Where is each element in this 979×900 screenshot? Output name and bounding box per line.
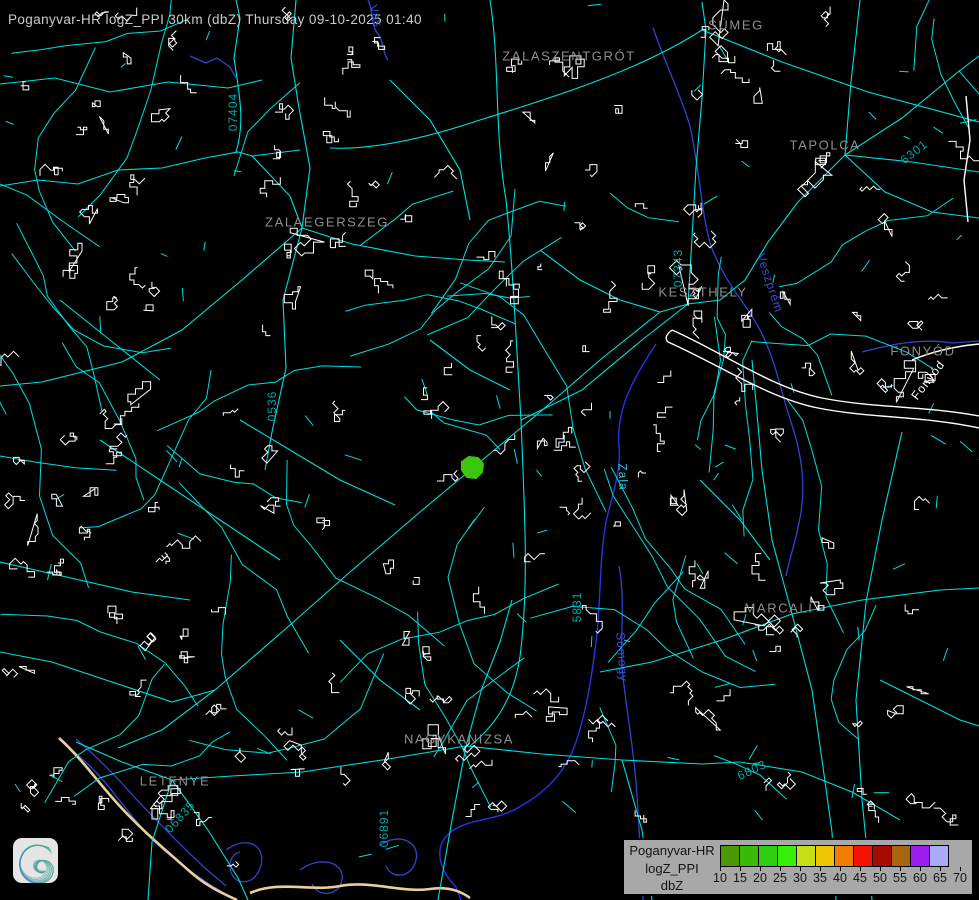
legend-cell xyxy=(739,845,759,867)
city-label: FONYÓD xyxy=(890,344,955,359)
radar-map-view: Poganyvar-HR logZ_PPI 30km (dbZ) Thursda… xyxy=(0,0,979,900)
spiral-swirl-icon xyxy=(13,838,58,883)
legend-unit: dbZ xyxy=(626,877,718,895)
legend-cell xyxy=(777,845,797,867)
legend-cell xyxy=(910,845,930,867)
rivers-boundaries-layer xyxy=(63,0,979,900)
legend-cell xyxy=(720,845,740,867)
road-number-label: 5831 xyxy=(570,592,584,623)
legend-product-name: logZ_PPI xyxy=(626,860,718,878)
city-label: ZALASZENTGRÓT xyxy=(502,49,635,64)
legend-tick-label: 65 xyxy=(933,871,947,885)
legend-cell xyxy=(815,845,835,867)
city-label: SÜMEG xyxy=(708,18,764,33)
legend-tick-label: 50 xyxy=(873,871,887,885)
legend-tick-label: 40 xyxy=(833,871,847,885)
county-label: Zala xyxy=(616,463,631,491)
legend-cell xyxy=(834,845,854,867)
city-label: ZALAEGERSZEG xyxy=(265,215,389,230)
legend-panel: Poganyvar-HR logZ_PPI dbZ 10 15 20 25 30 35 40… xyxy=(622,838,974,896)
city-label: NAGYKANIZSA xyxy=(404,732,514,747)
met-logo xyxy=(13,838,58,883)
legend-title: Poganyvar-HR logZ_PPI dbZ xyxy=(626,842,718,895)
legend-tick-label: 25 xyxy=(773,871,787,885)
road-number-label: 07404 xyxy=(226,93,240,131)
legend-tick-label: 10 xyxy=(713,871,727,885)
legend-tick-label: 60 xyxy=(913,871,927,885)
road-number-label: 06891 xyxy=(377,809,391,847)
legend-tick-label: 15 xyxy=(733,871,747,885)
city-label: MARCALI xyxy=(745,601,814,616)
legend-tick-label: 35 xyxy=(813,871,827,885)
legend-tick-label: 45 xyxy=(853,871,867,885)
legend-cell xyxy=(891,845,911,867)
road-number-label: 0536 xyxy=(265,391,279,422)
radar-product-title: Poganyvar-HR logZ_PPI 30km (dbZ) Thursda… xyxy=(8,12,422,27)
legend-tick-label: 70 xyxy=(953,871,967,885)
legend-tick-label: 55 xyxy=(893,871,907,885)
country-border-layer xyxy=(59,738,470,900)
legend-cell xyxy=(758,845,778,867)
legend-cell xyxy=(929,845,949,867)
legend-cell xyxy=(872,845,892,867)
legend-station-name: Poganyvar-HR xyxy=(626,842,718,860)
radar-echo-layer xyxy=(462,457,483,478)
radar-echo xyxy=(462,457,483,478)
legend-cell xyxy=(796,845,816,867)
road-number-label: 07343 xyxy=(671,249,685,287)
legend-scale: 10152025303540455055606570 xyxy=(720,845,966,893)
legend-tick-label: 30 xyxy=(793,871,807,885)
map-canvas xyxy=(0,0,979,900)
city-label: LETENYE xyxy=(140,774,210,789)
legend-cell xyxy=(853,845,873,867)
city-label: TAPOLCA xyxy=(790,138,861,153)
legend-tick-label: 20 xyxy=(753,871,767,885)
